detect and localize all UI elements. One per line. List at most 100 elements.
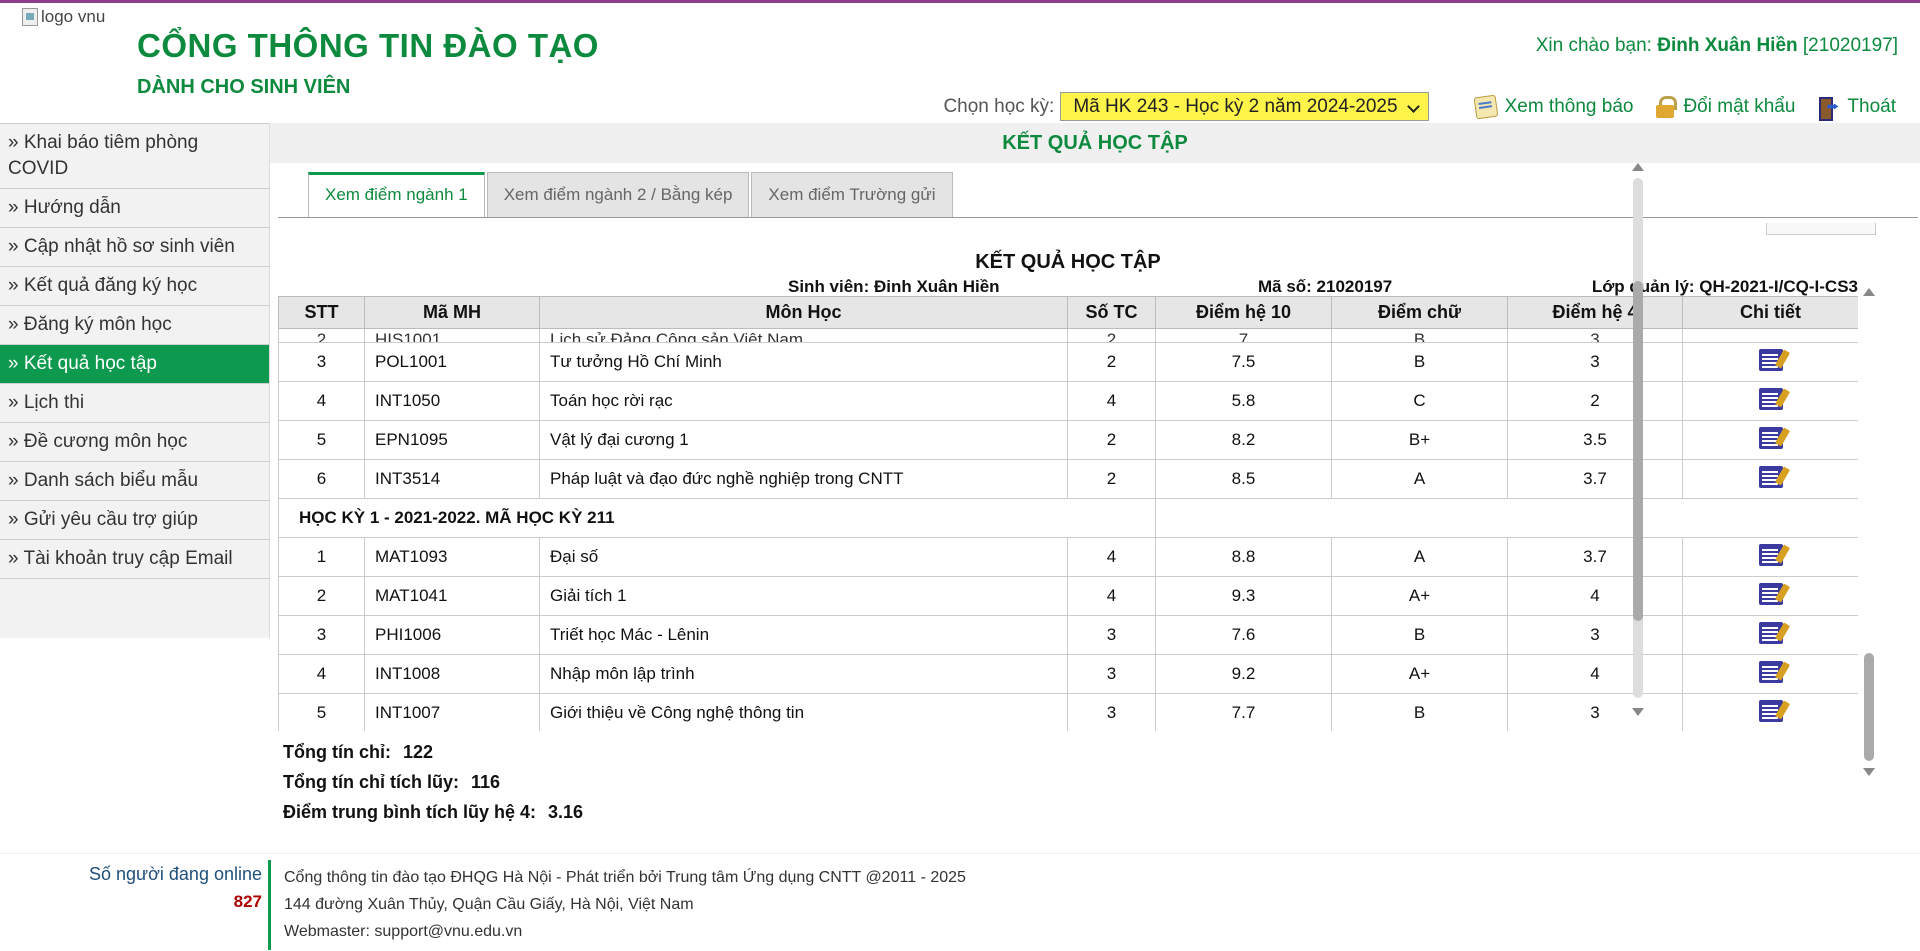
- online-count: 827: [233, 892, 262, 911]
- scroll-down-icon[interactable]: [1863, 768, 1875, 776]
- row-course: Pháp luật và đạo đức nghề nghiệp trong C…: [539, 459, 1068, 499]
- scroll-up-icon[interactable]: [1863, 288, 1875, 296]
- page-scroll-thumb[interactable]: [1633, 281, 1643, 621]
- footer-line-2: 144 đường Xuân Thủy, Quận Cầu Giấy, Hà N…: [284, 896, 694, 913]
- row-letter: A+: [1331, 576, 1508, 616]
- footer-line-3: Webmaster: support@vnu.edu.vn: [284, 923, 523, 940]
- gpa-row: Điểm trung bình tích lũy hệ 4: 3.16: [283, 797, 583, 827]
- accum-credits-label: Tổng tín chỉ tích lũy:: [283, 772, 459, 792]
- table-header-row: STT Mã MH Môn Học Số TC Điểm hệ 10 Điểm …: [278, 296, 1858, 329]
- header-tools: Chọn học kỳ: Mã HK 243 - Học kỳ 2 năm 20…: [943, 92, 1896, 121]
- row-credits: 3: [1067, 693, 1156, 731]
- sidebar: » Khai báo tiêm phòng COVID » Hướng dẫn …: [0, 123, 270, 638]
- row-score10: 8.8: [1155, 537, 1332, 577]
- sidebar-item-guide[interactable]: » Hướng dẫn: [0, 189, 269, 228]
- panel-edge: [1766, 223, 1876, 235]
- row-credits: 2: [1067, 342, 1156, 382]
- sidebar-item-registration-result[interactable]: » Kết quả đăng ký học: [0, 267, 269, 306]
- report-title: KẾT QUẢ HỌC TẬP: [975, 251, 1161, 273]
- row-score4: 3: [1507, 693, 1683, 731]
- site-subtitle: DÀNH CHO SINH VIÊN: [137, 76, 351, 98]
- sidebar-item-exam-schedule[interactable]: » Lịch thi: [0, 384, 269, 423]
- detail-icon[interactable]: [1758, 465, 1783, 488]
- change-password-link[interactable]: Đổi mật khẩu: [1655, 95, 1795, 118]
- col-credits: Số TC: [1067, 296, 1156, 329]
- logout-label: Thoát: [1847, 95, 1896, 117]
- page-title: KẾT QUẢ HỌC TẬP: [270, 123, 1920, 163]
- row-score10: 9.3: [1155, 576, 1332, 616]
- row-stt: 5: [278, 693, 365, 731]
- row-score10: 7: [1155, 328, 1332, 343]
- sidebar-item-course-registration[interactable]: » Đăng ký môn học: [0, 306, 269, 345]
- notifications-link[interactable]: Xem thông báo: [1473, 94, 1634, 119]
- semester-group-label: HỌC KỲ 1 - 2021-2022. MÃ HỌC KỲ 211: [278, 498, 1156, 538]
- detail-icon[interactable]: [1758, 660, 1783, 683]
- tab-school-sent[interactable]: Xem điểm Trường gửi: [751, 172, 953, 218]
- tab-major-2[interactable]: Xem điểm ngành 2 / Bằng kép: [486, 172, 750, 218]
- logo-alt-text: logo vnu: [41, 7, 106, 26]
- col-stt: STT: [278, 296, 365, 329]
- detail-icon[interactable]: [1758, 621, 1783, 644]
- detail-icon[interactable]: [1758, 582, 1783, 605]
- row-detail: [1682, 459, 1858, 499]
- tabs-divider: [278, 217, 1918, 218]
- row-course: Giới thiệu về Công nghệ thông tin: [539, 693, 1068, 731]
- detail-icon[interactable]: [1758, 699, 1783, 722]
- results-table-container[interactable]: STT Mã MH Môn Học Số TC Điểm hệ 10 Điểm …: [278, 296, 1858, 731]
- table-row: 4 INT1008 Nhập môn lập trình 3 9.2 A+ 4: [278, 654, 1858, 694]
- tab-major-1[interactable]: Xem điểm ngành 1: [308, 172, 485, 218]
- sidebar-item-profile[interactable]: » Cập nhật hồ sơ sinh viên: [0, 228, 269, 267]
- page-scrollbar[interactable]: [1623, 53, 1649, 843]
- student-id: Mã số: 21020197: [1258, 277, 1393, 296]
- sidebar-item-syllabus[interactable]: » Đề cương môn học: [0, 423, 269, 462]
- row-score4: 4: [1507, 576, 1683, 616]
- row-stt: 4: [278, 654, 365, 694]
- sidebar-item-covid[interactable]: » Khai báo tiêm phòng COVID: [0, 124, 269, 189]
- sidebar-item-support[interactable]: » Gửi yêu cầu trợ giúp: [0, 501, 269, 540]
- detail-icon[interactable]: [1758, 426, 1783, 449]
- table-scroll-thumb[interactable]: [1864, 653, 1874, 761]
- row-detail: [1682, 342, 1858, 382]
- semester-group-filler: [1155, 498, 1858, 538]
- sidebar-item-forms[interactable]: » Danh sách biểu mẫu: [0, 462, 269, 501]
- row-code: INT1007: [364, 693, 540, 731]
- table-scrollbar[interactable]: [1860, 288, 1878, 778]
- row-course: Đại số: [539, 537, 1068, 577]
- row-stt: 2: [278, 328, 365, 343]
- table-body: 2 HIS1001 Lịch sử Đảng Cộng sản Việt Nam 2 7…: [278, 328, 1858, 731]
- page-scroll-down-icon[interactable]: [1632, 708, 1644, 716]
- row-credits: 2: [1067, 420, 1156, 460]
- page-scroll-up-icon[interactable]: [1632, 163, 1644, 171]
- user-name: Đinh Xuân Hiền: [1657, 35, 1798, 56]
- row-detail: [1682, 537, 1858, 577]
- semester-select[interactable]: Mã HK 243 - Học kỳ 2 năm 2024-2025: [1060, 92, 1429, 121]
- row-credits: 4: [1067, 537, 1156, 577]
- row-code: INT3514: [364, 459, 540, 499]
- row-code: POL1001: [364, 342, 540, 382]
- row-stt: 3: [278, 615, 365, 655]
- detail-icon[interactable]: [1758, 543, 1783, 566]
- sidebar-item-study-results[interactable]: » Kết quả học tập: [0, 345, 269, 384]
- logout-link[interactable]: Thoát: [1817, 95, 1896, 121]
- detail-icon[interactable]: [1758, 387, 1783, 410]
- semester-group-row: HỌC KỲ 1 - 2021-2022. MÃ HỌC KỲ 211: [278, 498, 1858, 538]
- row-score10: 8.5: [1155, 459, 1332, 499]
- footer-divider: [268, 860, 271, 950]
- col-score10: Điểm hệ 10: [1155, 296, 1332, 329]
- row-score4: 3: [1507, 328, 1683, 343]
- total-credits-row: Tổng tín chỉ: 122: [283, 737, 583, 767]
- row-detail: [1682, 381, 1858, 421]
- row-stt: 3: [278, 342, 365, 382]
- semester-label: Chọn học kỳ:: [943, 95, 1055, 117]
- sidebar-item-email[interactable]: » Tài khoản truy cập Email: [0, 540, 269, 579]
- row-letter: C: [1331, 381, 1508, 421]
- col-score4: Điểm hệ 4: [1507, 296, 1683, 329]
- col-code: Mã MH: [364, 296, 540, 329]
- notifications-label: Xem thông báo: [1504, 95, 1634, 117]
- row-score4: 3: [1507, 615, 1683, 655]
- detail-icon[interactable]: [1758, 348, 1783, 371]
- row-code: INT1050: [364, 381, 540, 421]
- row-letter: A+: [1331, 654, 1508, 694]
- table-row: 3 PHI1006 Triết học Mác - Lênin 3 7.6 B 3: [278, 615, 1858, 655]
- row-credits: 2: [1067, 328, 1156, 343]
